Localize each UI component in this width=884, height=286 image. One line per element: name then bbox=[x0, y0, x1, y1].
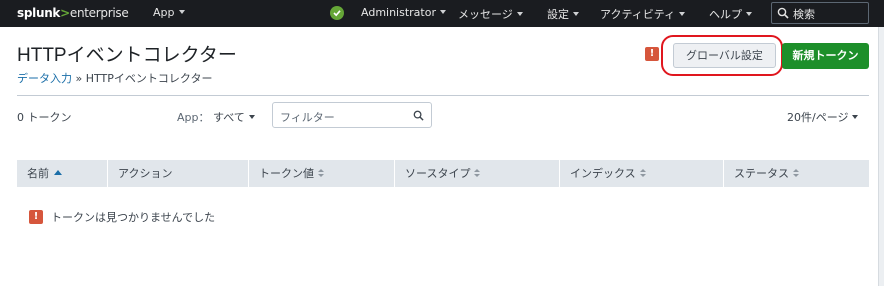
settings-menu-label: 設定 bbox=[547, 8, 569, 21]
warning-alert-icon[interactable]: ! bbox=[645, 47, 659, 61]
filter-input[interactable]: フィルター bbox=[272, 102, 432, 128]
filter-placeholder: フィルター bbox=[280, 111, 335, 124]
app-filter-dropdown[interactable]: App： すべて bbox=[177, 109, 255, 125]
messages-menu[interactable]: メッセージ bbox=[458, 6, 523, 22]
breadcrumb-data-inputs-link[interactable]: データ入力 bbox=[17, 72, 72, 85]
column-header-status[interactable]: ステータス bbox=[724, 160, 869, 187]
logo-product-text: enterprise bbox=[69, 6, 129, 20]
activity-menu-label: アクティビティ bbox=[600, 8, 676, 21]
chevron-down-icon bbox=[852, 115, 859, 119]
chevron-down-icon bbox=[516, 12, 523, 16]
chevron-down-icon bbox=[679, 12, 686, 16]
user-menu-label: Administrator bbox=[361, 6, 436, 19]
column-header-actions: アクション bbox=[108, 160, 249, 187]
search-placeholder: 検索 bbox=[793, 8, 815, 21]
column-header-index[interactable]: インデックス bbox=[560, 160, 724, 187]
chevron-down-icon bbox=[178, 10, 185, 14]
column-header-label: アクション bbox=[118, 167, 173, 180]
empty-table-message: ! トークンは見つかりませんでした bbox=[29, 209, 215, 225]
user-menu[interactable]: Administrator bbox=[361, 6, 446, 19]
scrollbar[interactable] bbox=[878, 27, 884, 286]
splunk-logo[interactable]: splunk>enterprise bbox=[17, 6, 129, 20]
column-header-label: トークン値 bbox=[259, 167, 314, 180]
column-header-label: インデックス bbox=[570, 167, 636, 180]
column-header-label: 名前 bbox=[27, 167, 49, 180]
column-header-label: ステータス bbox=[734, 167, 789, 180]
page-title: HTTPイベントコレクター bbox=[17, 45, 237, 66]
column-header-name[interactable]: 名前 bbox=[17, 160, 108, 187]
help-menu-label: ヘルプ bbox=[709, 8, 742, 21]
annotation-highlight-circle bbox=[661, 35, 783, 76]
chevron-down-icon bbox=[440, 10, 446, 14]
app-menu[interactable]: App bbox=[153, 6, 185, 19]
breadcrumb: データ入力 » HTTPイベントコレクター bbox=[17, 70, 212, 86]
top-nav-bar: splunk>enterprise App Administrator メッセー… bbox=[0, 0, 884, 27]
breadcrumb-current: HTTPイベントコレクター bbox=[85, 72, 213, 85]
app-filter-value: すべて bbox=[213, 111, 245, 124]
logo-brand-text: splunk bbox=[17, 6, 61, 20]
token-count: 0 トークン bbox=[17, 111, 72, 124]
app-filter-label: App： bbox=[177, 111, 210, 124]
column-header-sourcetype[interactable]: ソースタイプ bbox=[395, 160, 560, 187]
search-icon bbox=[413, 110, 424, 121]
settings-menu[interactable]: 設定 bbox=[547, 6, 579, 22]
chevron-down-icon bbox=[746, 12, 752, 16]
sort-icon bbox=[793, 168, 799, 178]
header-divider bbox=[17, 95, 869, 96]
help-menu[interactable]: ヘルプ bbox=[709, 6, 752, 22]
per-page-dropdown[interactable]: 20件/ページ bbox=[787, 109, 859, 125]
error-icon: ! bbox=[29, 210, 43, 224]
app-menu-label: App bbox=[153, 6, 175, 19]
column-header-token-value[interactable]: トークン値 bbox=[249, 160, 395, 187]
sort-icon bbox=[639, 168, 646, 178]
sort-ascending-icon bbox=[54, 169, 62, 175]
per-page-label: 20件/ページ bbox=[787, 111, 849, 124]
new-token-button[interactable]: 新規トークン bbox=[782, 43, 869, 69]
activity-menu[interactable]: アクティビティ bbox=[600, 6, 686, 22]
breadcrumb-separator: » bbox=[72, 72, 86, 85]
global-search-input[interactable]: 検索 bbox=[771, 2, 869, 24]
chevron-down-icon bbox=[573, 12, 579, 16]
chevron-down-icon bbox=[248, 115, 255, 119]
empty-message-text: トークンは見つかりませんでした bbox=[51, 211, 216, 224]
sort-icon bbox=[318, 168, 324, 178]
tokens-table-header: 名前 アクション トークン値 ソースタイプ インデックス ステータス bbox=[17, 160, 869, 187]
column-header-label: ソースタイプ bbox=[405, 167, 471, 180]
search-icon bbox=[777, 7, 789, 19]
health-status-icon[interactable] bbox=[330, 6, 344, 20]
logo-arrow: > bbox=[60, 6, 70, 20]
messages-menu-label: メッセージ bbox=[458, 8, 513, 21]
sort-icon bbox=[474, 168, 481, 178]
